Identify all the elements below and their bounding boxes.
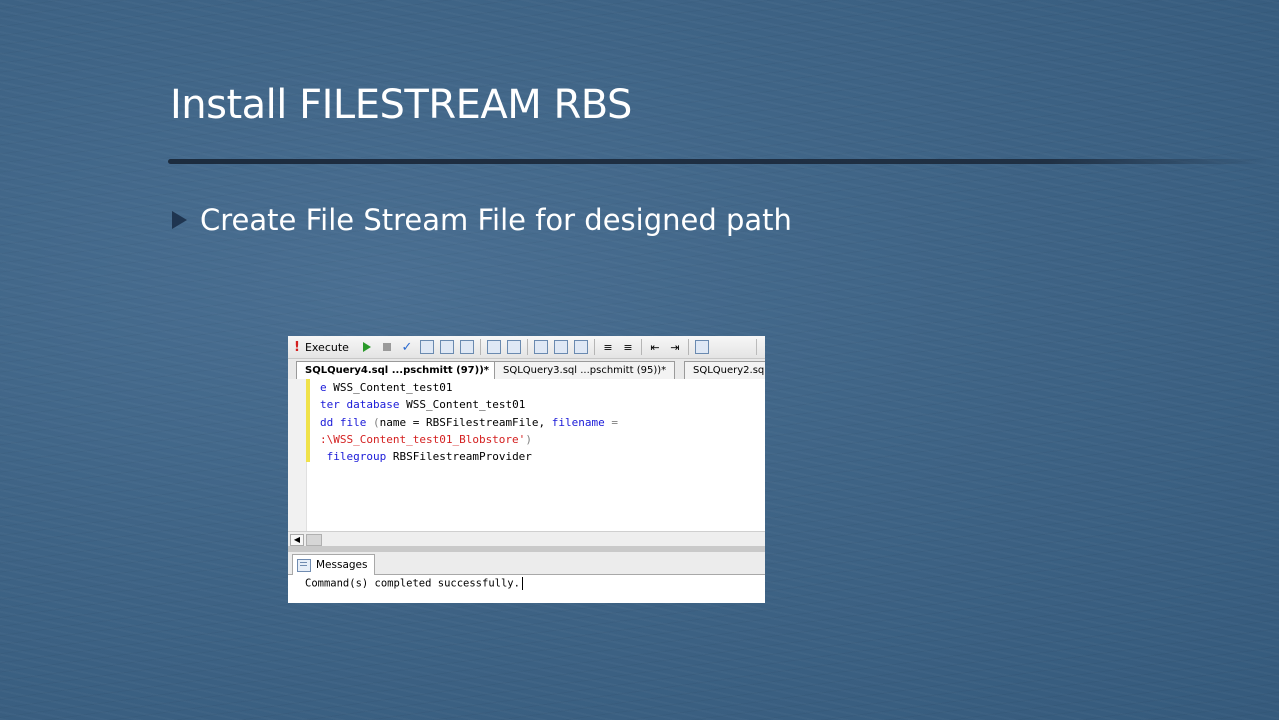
results-to-file-button[interactable] xyxy=(573,340,588,354)
string-literal: :\WSS_Content_test01_Blobstore' xyxy=(320,432,526,446)
parse-button[interactable]: ✓ xyxy=(400,340,414,355)
play-icon xyxy=(362,342,371,352)
tab-sqlquery3[interactable]: SQLQuery3.sql ...pschmitt (95))* xyxy=(494,361,676,379)
code-line: dd file (name = RBSFilestreamFile, filen… xyxy=(320,416,618,429)
toolbar-separator xyxy=(526,339,528,355)
execute-icon: ! xyxy=(294,339,300,355)
keyword: dd file xyxy=(320,415,367,429)
design-query-button[interactable] xyxy=(486,340,501,354)
bullet-arrow-icon xyxy=(172,211,187,229)
template-icon xyxy=(694,340,709,354)
toolbar-overflow-handle[interactable] xyxy=(756,339,765,355)
values-icon xyxy=(506,340,521,354)
keyword: filename xyxy=(551,415,605,429)
ssms-screenshot: ! Execute ✓ ≡ ≡ ⇤ ⇥ SQLQuery4.sql ...psc… xyxy=(288,336,765,603)
title-underline xyxy=(168,159,1268,164)
options-icon xyxy=(439,340,454,354)
messages-pane[interactable]: Command(s) completed successfully. xyxy=(288,575,765,603)
results-to-grid-button[interactable] xyxy=(553,340,568,354)
plan-icon xyxy=(419,340,434,354)
intellisense-button[interactable] xyxy=(459,340,474,354)
execute-button[interactable]: ! Execute xyxy=(294,340,349,355)
messages-icon xyxy=(297,558,311,572)
tab-sqlquery2[interactable]: SQLQuery2.sq xyxy=(684,361,765,379)
query-editor[interactable]: e WSS_Content_test01 ter database WSS_Co… xyxy=(288,379,765,531)
tab-sqlquery4[interactable]: SQLQuery4.sql ...pschmitt (97))* xyxy=(296,361,499,380)
debug-play-button[interactable] xyxy=(360,340,374,354)
toolbar-separator xyxy=(687,339,689,355)
text-caret xyxy=(521,577,523,590)
execute-label: Execute xyxy=(304,340,349,354)
editor-gutter xyxy=(288,379,307,531)
message-line: Command(s) completed successfully. xyxy=(305,577,520,590)
comment-button[interactable]: ≡ xyxy=(601,340,615,354)
specify-values-button[interactable] xyxy=(506,340,521,354)
bullet-item: Create File Stream File for designed pat… xyxy=(172,203,792,237)
specify-template-button[interactable] xyxy=(694,340,709,354)
stop-button[interactable] xyxy=(380,340,394,354)
horizontal-scrollbar[interactable]: ◀ xyxy=(288,531,765,546)
query-options-button[interactable] xyxy=(439,340,454,354)
change-indicator-bar xyxy=(306,379,310,462)
keyword: filegroup xyxy=(320,450,387,464)
bullet-text: Create File Stream File for designed pat… xyxy=(200,203,792,237)
uncomment-button[interactable]: ≡ xyxy=(621,340,635,354)
operator: ( xyxy=(366,415,380,429)
toolbar-separator xyxy=(640,339,642,355)
code-line: :\WSS_Content_test01_Blobstore') xyxy=(320,433,532,446)
decrease-indent-button[interactable]: ⇤ xyxy=(648,340,662,354)
document-tabs: SQLQuery4.sql ...pschmitt (97))* SQLQuer… xyxy=(288,359,765,380)
keyword: ter database xyxy=(320,398,400,412)
identifier: WSS_Content_test01 xyxy=(326,381,453,394)
code-line: e WSS_Content_test01 xyxy=(320,381,452,394)
intellisense-icon xyxy=(459,340,474,354)
identifier: WSS_Content_test01 xyxy=(399,398,526,412)
sql-code: e WSS_Content_test01 ter database WSS_Co… xyxy=(320,379,618,465)
slide-title: Install FILESTREAM RBS xyxy=(170,82,632,128)
messages-tab-label: Messages xyxy=(316,559,368,571)
code-line: filegroup RBSFilestreamProvider xyxy=(320,450,532,463)
scrollbar-thumb[interactable] xyxy=(306,534,322,546)
toolbar-separator xyxy=(479,339,481,355)
toolbar-separator xyxy=(593,339,595,355)
query-toolbar: ! Execute ✓ ≡ ≡ ⇤ ⇥ xyxy=(288,336,765,359)
tab-messages[interactable]: Messages xyxy=(292,554,375,575)
increase-indent-button[interactable]: ⇥ xyxy=(668,340,682,354)
operator: = xyxy=(604,415,619,429)
results-to-text-button[interactable] xyxy=(533,340,548,354)
operator: ) xyxy=(525,432,532,446)
text-results-icon xyxy=(533,340,548,354)
estimated-plan-button[interactable] xyxy=(419,340,434,354)
stop-icon xyxy=(382,343,391,351)
results-tabs: Messages xyxy=(288,552,765,575)
code-line: ter database WSS_Content_test01 xyxy=(320,398,525,411)
design-icon xyxy=(486,340,501,354)
grid-results-icon xyxy=(553,340,568,354)
identifier: RBSFilestreamProvider xyxy=(386,450,532,464)
file-results-icon xyxy=(573,340,588,354)
message-text: Command(s) completed successfully. xyxy=(305,577,523,590)
keyword: e xyxy=(320,381,327,394)
scroll-left-button[interactable]: ◀ xyxy=(290,534,304,546)
identifier: name = RBSFilestreamFile, xyxy=(379,415,552,429)
